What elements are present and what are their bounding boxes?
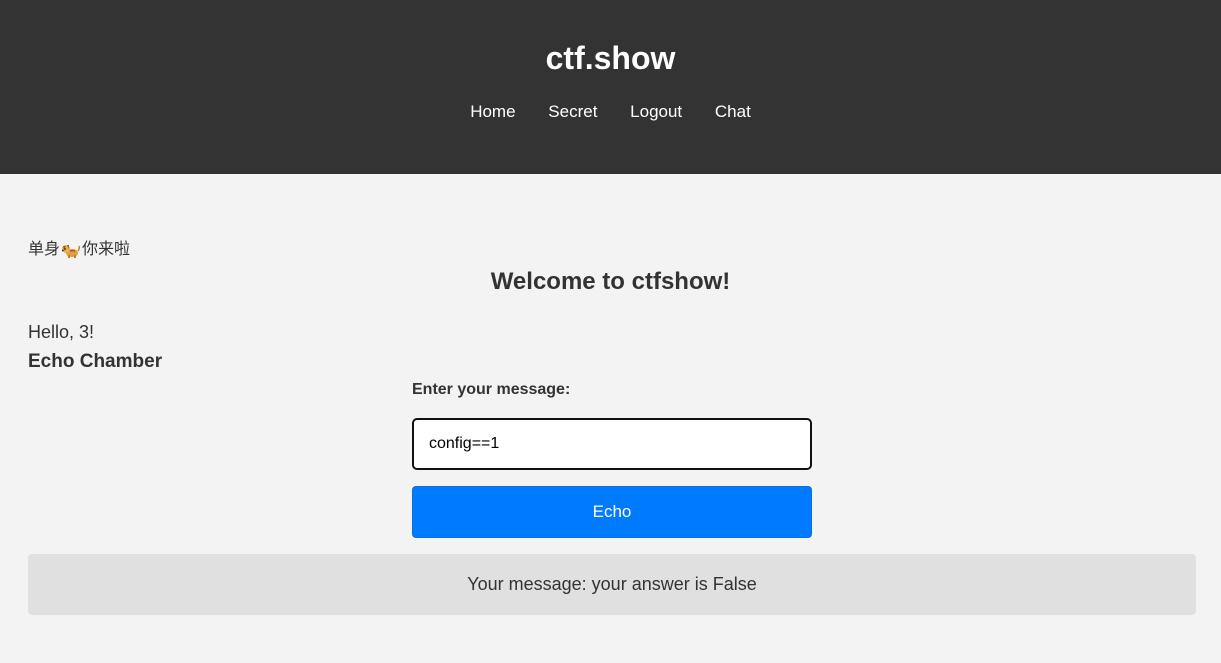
echo-chamber-title: Echo Chamber — [28, 351, 163, 372]
greeting-text-after: 你来啦 — [82, 241, 131, 258]
result-text: Your message: your answer is False — [467, 574, 757, 594]
nav-logout-link[interactable]: Logout — [630, 102, 682, 121]
message-label: Enter your message: — [412, 381, 571, 398]
site-title: ctf.show — [545, 40, 676, 76]
welcome-heading: Welcome to ctfshow! — [490, 268, 731, 295]
greeting-line: 单身 你来啦 — [28, 240, 130, 260]
result-message: Your message: your answer is False — [28, 554, 1196, 615]
echo-button[interactable]: Echo — [412, 486, 812, 538]
hello-text: Hello, 3! — [28, 322, 95, 342]
nav-secret-link[interactable]: Secret — [548, 102, 597, 121]
greeting-text-before: 单身 — [28, 241, 61, 258]
nav-home-link[interactable]: Home — [470, 102, 515, 121]
message-input[interactable] — [412, 418, 812, 470]
main-nav: Home Secret Logout Chat — [0, 100, 1221, 124]
site-header: ctf.show Home Secret Logout Chat — [0, 0, 1221, 174]
dog-icon — [61, 241, 81, 259]
nav-chat-link[interactable]: Chat — [715, 102, 751, 121]
